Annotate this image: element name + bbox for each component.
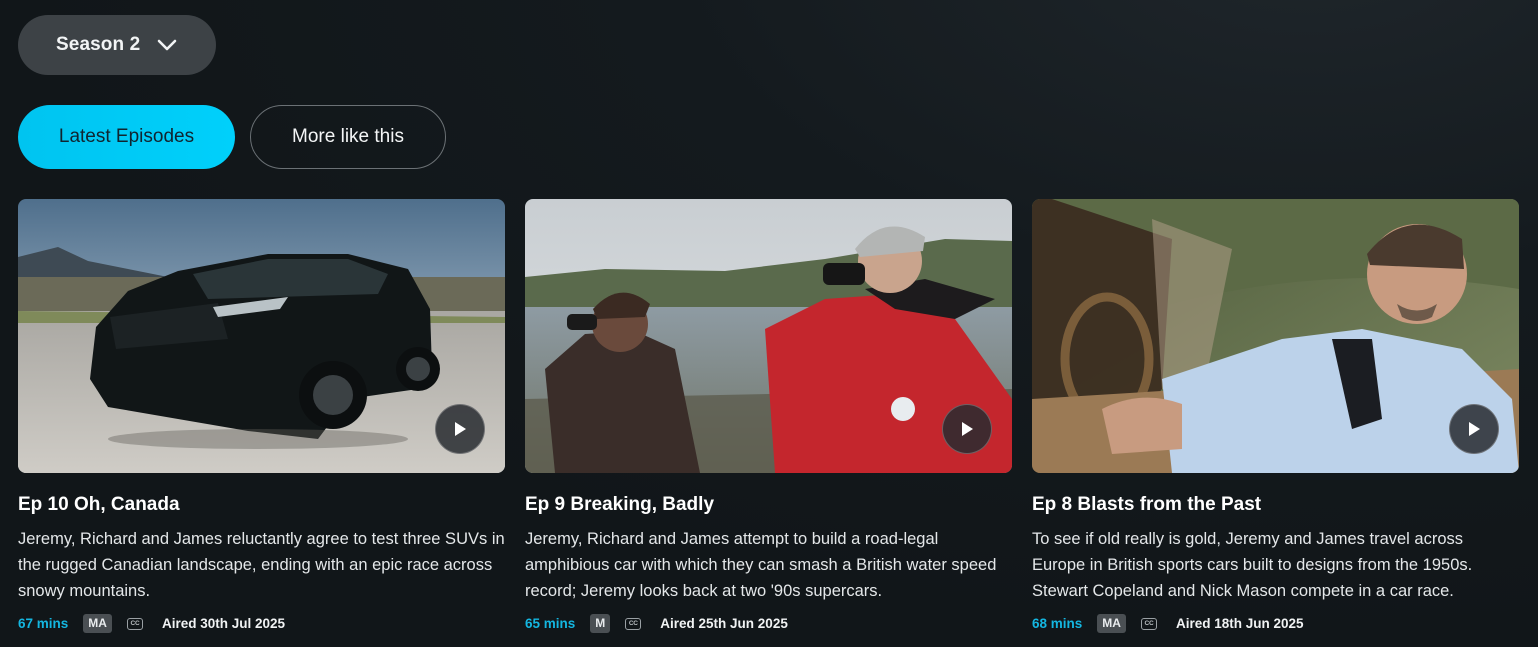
episode-card[interactable]: Ep 8 Blasts from the Past To see if old … bbox=[1032, 199, 1519, 633]
episode-meta: 67 mins MA CC Aired 30th Jul 2025 bbox=[18, 614, 505, 633]
episode-meta: 68 mins MA CC Aired 18th Jun 2025 bbox=[1032, 614, 1519, 633]
closed-captions-icon: CC bbox=[126, 617, 143, 630]
episode-card[interactable]: Ep 10 Oh, Canada Jeremy, Richard and Jam… bbox=[18, 199, 505, 633]
episode-title[interactable]: Ep 9 Breaking, Badly bbox=[525, 493, 1012, 517]
driving-thumbnail-image bbox=[1032, 199, 1519, 473]
episode-description: To see if old really is gold, Jeremy and… bbox=[1032, 530, 1473, 600]
closed-captions-icon: CC bbox=[1140, 617, 1157, 630]
episode-duration: 65 mins bbox=[525, 616, 576, 631]
rating-badge: MA bbox=[1097, 614, 1126, 633]
play-icon bbox=[962, 422, 973, 436]
episode-aired-date: Aired 30th Jul 2025 bbox=[161, 616, 286, 631]
episode-title[interactable]: Ep 10 Oh, Canada bbox=[18, 493, 505, 517]
play-button[interactable] bbox=[942, 404, 992, 454]
content-tabs: Latest Episodes More like this bbox=[18, 105, 446, 169]
rating-badge: M bbox=[590, 614, 611, 633]
tab-more-like-this[interactable]: More like this bbox=[250, 105, 446, 169]
chevron-down-icon bbox=[156, 34, 178, 56]
episode-description: Jeremy, Richard and James attempt to bui… bbox=[525, 530, 997, 600]
episode-duration: 67 mins bbox=[18, 616, 69, 631]
episode-thumbnail[interactable] bbox=[1032, 199, 1519, 473]
tab-latest-episodes[interactable]: Latest Episodes bbox=[18, 105, 235, 169]
episodes-page: Season 2 Latest Episodes More like this bbox=[0, 0, 1538, 647]
episode-thumbnail[interactable] bbox=[18, 199, 505, 473]
episode-list: Ep 10 Oh, Canada Jeremy, Richard and Jam… bbox=[18, 199, 1519, 633]
episode-duration: 68 mins bbox=[1032, 616, 1083, 631]
rating-badge: MA bbox=[83, 614, 112, 633]
episode-description: Jeremy, Richard and James reluctantly ag… bbox=[18, 530, 505, 600]
episode-thumbnail[interactable] bbox=[525, 199, 1012, 473]
closed-captions-icon: CC bbox=[625, 617, 642, 630]
episode-card[interactable]: Ep 9 Breaking, Badly Jeremy, Richard and… bbox=[525, 199, 1012, 633]
play-button[interactable] bbox=[1449, 404, 1499, 454]
play-icon bbox=[455, 422, 466, 436]
episode-meta: 65 mins M CC Aired 25th Jun 2025 bbox=[525, 614, 1012, 633]
episode-aired-date: Aired 25th Jun 2025 bbox=[660, 616, 788, 631]
episode-title[interactable]: Ep 8 Blasts from the Past bbox=[1032, 493, 1519, 517]
season-dropdown-label: Season 2 bbox=[56, 34, 141, 55]
play-button[interactable] bbox=[435, 404, 485, 454]
play-icon bbox=[1469, 422, 1480, 436]
binoculars-thumbnail-image bbox=[525, 199, 1012, 473]
episode-aired-date: Aired 18th Jun 2025 bbox=[1175, 616, 1304, 631]
season-dropdown[interactable]: Season 2 bbox=[18, 15, 216, 75]
suv-thumbnail-image bbox=[18, 199, 505, 473]
